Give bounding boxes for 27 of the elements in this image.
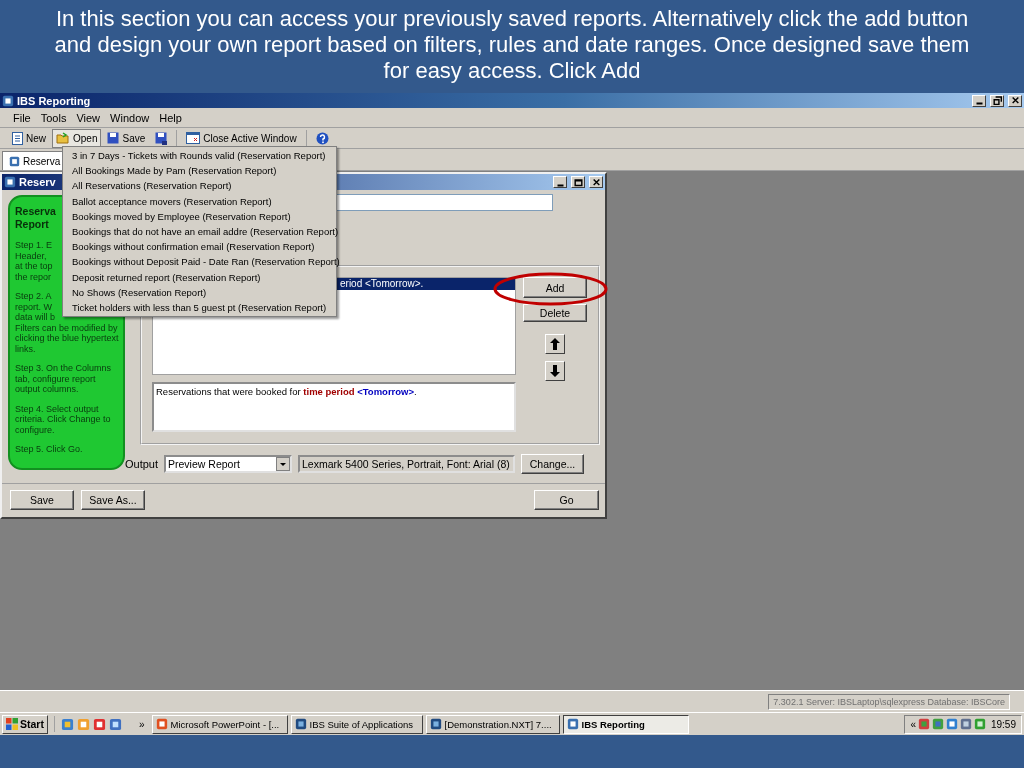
step-text: configure. — [15, 424, 55, 435]
step-text: Step 1. E — [15, 240, 53, 251]
step-text: clicking the blue hypertext — [15, 333, 119, 344]
instructions-heading: Report — [15, 218, 49, 231]
status-text: 7.302.1 Server: IBSLaptop\sqlexpress Database: IBSCore — [768, 693, 1010, 710]
slide-caption: In this section you can access your previously saved reports. Alternatively click the add button and design your own report based on filters, rules and date ranges. Once designed save them for easy access. Click Add — [53, 5, 971, 85]
step-text: the repor — [15, 271, 52, 282]
step-text: Header, — [15, 250, 47, 261]
step-text: Step 4. Select output — [15, 403, 99, 414]
output-label: Output — [125, 458, 159, 470]
clock: 19:59 — [990, 718, 1016, 730]
step-text: Filters can be modified by — [15, 322, 118, 333]
step-text: data will b — [15, 312, 56, 323]
step-text: Step 3. On the Columns — [15, 363, 112, 374]
step-text: report. W — [15, 301, 52, 312]
printer-settings-field: Lexmark 5400 Series, Portrait, Font: Arial (8) — [298, 455, 516, 473]
filter-description: Reservations that were booked for time period <Tomorrow>. — [152, 382, 516, 432]
step-text: links. — [15, 343, 36, 354]
window-title: IBS Reporting — [17, 94, 91, 107]
step-text: output columns. — [15, 384, 79, 395]
report-window-title: Reserv — [19, 176, 56, 188]
step-text: Step 2. A — [15, 291, 52, 302]
instructions-heading: Reserva — [15, 205, 56, 218]
step-text: tab, configure report — [15, 373, 96, 384]
step-text: Step 5. Click Go. — [15, 444, 83, 455]
step-text: at the top — [15, 261, 53, 272]
step-text: criteria. Click Change to — [15, 414, 111, 425]
